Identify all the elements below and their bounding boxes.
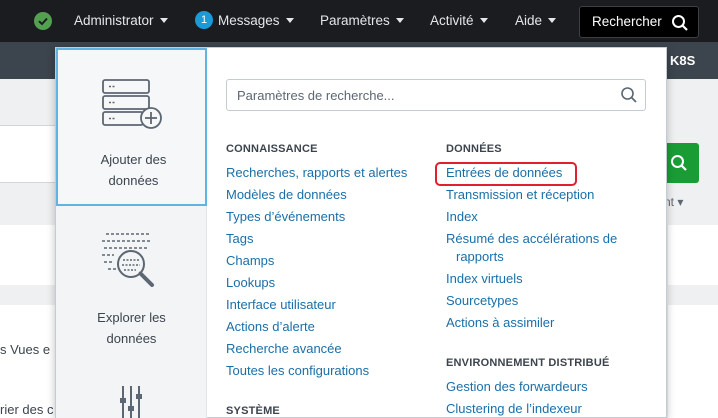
- search-icon[interactable]: [620, 86, 638, 107]
- background-panel: [668, 225, 718, 285]
- link-transmission-reception[interactable]: Transmission et réception: [446, 186, 594, 204]
- chevron-down-icon: [395, 17, 404, 23]
- explore-data-tile[interactable]: Explorer les données: [56, 208, 207, 358]
- link-gestion-des-forwardeurs[interactable]: Gestion des forwardeurs: [446, 378, 588, 396]
- add-data-tile[interactable]: Ajouter des données: [56, 48, 207, 206]
- link-entrees-de-donnees[interactable]: Entrées de données: [446, 164, 562, 182]
- add-data-icon: [100, 77, 162, 132]
- settings-search-box: [226, 79, 646, 111]
- search-icon: [671, 13, 689, 43]
- nav-messages-label: Messages: [218, 13, 280, 28]
- background-text: s Vues e: [0, 342, 51, 357]
- explore-data-label-line2: données: [106, 331, 157, 346]
- status-ok-icon: [34, 12, 52, 30]
- link-recherche-avancee[interactable]: Recherche avancée: [226, 340, 342, 358]
- chevron-down-icon: [159, 17, 168, 23]
- link-types-evenements[interactable]: Types d’événements: [226, 208, 345, 226]
- link-interface-utilisateur[interactable]: Interface utilisateur: [226, 296, 336, 314]
- link-champs[interactable]: Champs: [226, 252, 274, 270]
- section-title-environnement-distribue: ENVIRONNEMENT DISTRIBUÉ: [446, 357, 610, 369]
- background-panel: [0, 225, 60, 285]
- nav-activite-label: Activité: [430, 13, 474, 28]
- explore-data-label-line1: Explorer les: [97, 310, 166, 325]
- sliders-icon: [118, 386, 144, 418]
- link-tags[interactable]: Tags: [226, 230, 253, 248]
- top-nav-bar: Administrator 1 Messages Paramètres Activ…: [0, 0, 718, 42]
- link-clustering-indexeur[interactable]: Clustering de l’indexeur: [446, 400, 582, 418]
- add-data-label-line2: données: [108, 173, 159, 188]
- background-panel: [668, 305, 718, 418]
- nav-administrator-label: Administrator: [74, 13, 154, 28]
- settings-search-input[interactable]: [227, 80, 607, 110]
- background-text: rier des c: [0, 402, 54, 417]
- nav-parametres-menu[interactable]: Paramètres: [320, 0, 404, 42]
- nav-administrator-menu[interactable]: Administrator: [74, 0, 168, 42]
- nav-aide-label: Aide: [515, 13, 543, 28]
- messages-count-badge: 1: [195, 11, 213, 30]
- nav-messages-menu[interactable]: 1 Messages: [195, 0, 294, 42]
- background-search-go-button[interactable]: [664, 143, 699, 183]
- explore-data-icon: [100, 228, 160, 293]
- nav-aide-menu[interactable]: Aide: [515, 0, 557, 42]
- link-index[interactable]: Index: [446, 208, 478, 226]
- link-resume-accelerations-rapports-line2[interactable]: rapports: [456, 248, 504, 266]
- link-actions-a-assimiler[interactable]: Actions à assimiler: [446, 314, 554, 332]
- chevron-down-icon: [548, 17, 557, 23]
- settings-dropdown-menu: Ajouter des données Explorer les données…: [55, 47, 667, 418]
- app-bar-label: K8S: [670, 53, 696, 68]
- background-search-field[interactable]: [0, 125, 60, 183]
- chevron-down-icon: [479, 17, 488, 23]
- caret-down-icon: ▾: [677, 195, 684, 209]
- global-search-button[interactable]: Rechercher: [579, 6, 699, 38]
- link-toutes-les-configurations[interactable]: Toutes les configurations: [226, 362, 369, 380]
- section-title-donnees: DONNÉES: [446, 143, 502, 155]
- nav-parametres-label: Paramètres: [320, 13, 390, 28]
- link-resume-accelerations-rapports[interactable]: Résumé des accélérations de: [446, 230, 617, 248]
- search-icon: [671, 155, 687, 171]
- dropdown-shortcuts-column: Ajouter des données Explorer les données: [56, 48, 207, 418]
- link-lookups[interactable]: Lookups: [226, 274, 275, 292]
- settings-tile[interactable]: [56, 368, 207, 418]
- link-modeles-de-donnees[interactable]: Modèles de données: [226, 186, 347, 204]
- section-title-connaissance: CONNAISSANCE: [226, 143, 318, 155]
- global-search-label: Rechercher: [592, 14, 662, 29]
- nav-activite-menu[interactable]: Activité: [430, 0, 488, 42]
- link-recherches-rapports-alertes[interactable]: Recherches, rapports et alertes: [226, 164, 407, 182]
- section-title-systeme: SYSTÈME: [226, 405, 280, 417]
- link-index-virtuels[interactable]: Index virtuels: [446, 270, 523, 288]
- link-sourcetypes[interactable]: Sourcetypes: [446, 292, 518, 310]
- link-actions-alerte[interactable]: Actions d’alerte: [226, 318, 315, 336]
- add-data-label-line1: Ajouter des: [100, 152, 167, 167]
- chevron-down-icon: [285, 17, 294, 23]
